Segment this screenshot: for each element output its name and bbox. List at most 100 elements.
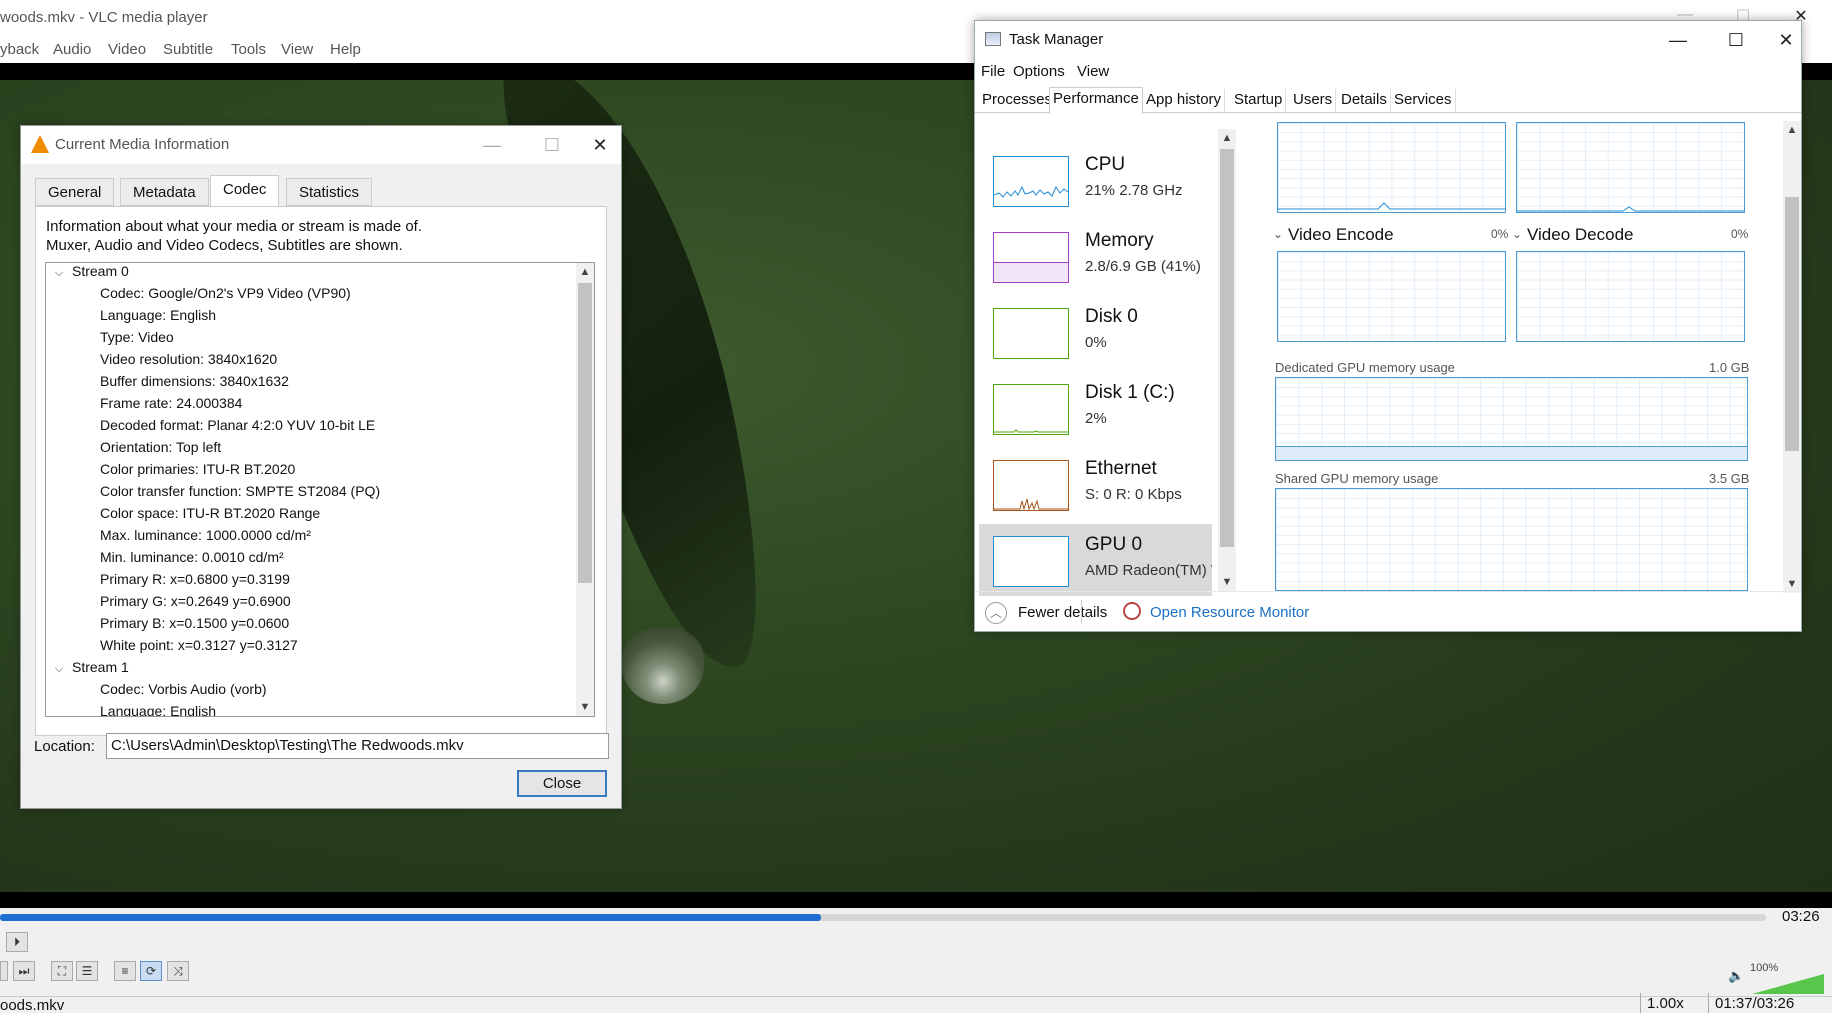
menu-audio[interactable]: Audio [53, 41, 91, 58]
fullscreen-icon[interactable]: ⛶ [51, 961, 73, 981]
codec-tree[interactable]: ⌵ Stream 0 Codec: Google/On2's VP9 Video … [45, 262, 595, 717]
menu-video[interactable]: Video [108, 41, 146, 58]
total-time: 03:26 [1782, 908, 1820, 925]
scroll-up-icon[interactable]: ▲ [576, 263, 594, 281]
minimize-icon[interactable]: — [469, 131, 515, 159]
video-encode-graph [1277, 251, 1506, 342]
menu-file[interactable]: File [981, 63, 1005, 80]
fewer-details-link[interactable]: Fewer details [1018, 604, 1107, 621]
close-icon[interactable]: ✕ [1771, 26, 1801, 54]
gpu-mini-graph [993, 536, 1069, 587]
tree-item: Buffer dimensions: 3840x1632 [100, 373, 289, 389]
time-display[interactable]: 01:37/03:26 [1708, 993, 1800, 1013]
perf-item-cpu[interactable]: CPU 21% 2.78 GHz [979, 144, 1212, 220]
close-button[interactable]: Close [517, 770, 607, 797]
next-icon[interactable]: ⏭ [13, 961, 35, 981]
tree-item: Codec: Google/On2's VP9 Video (VP90) [100, 285, 351, 301]
chevron-down-icon[interactable]: ⌵ [46, 663, 72, 676]
scroll-down-icon[interactable]: ▼ [1218, 573, 1236, 591]
extended-settings-icon[interactable]: ☰ [76, 961, 98, 981]
description-line: Muxer, Audio and Video Codecs, Subtitles… [46, 237, 403, 254]
maximize-icon[interactable]: ☐ [529, 131, 575, 159]
tree-item: Codec: Vorbis Audio (vorb) [100, 681, 267, 697]
seek-bar-progress [0, 914, 822, 921]
divider [1081, 600, 1082, 624]
menu-view[interactable]: View [1077, 63, 1109, 80]
maximize-icon[interactable]: ☐ [1713, 26, 1759, 54]
dialog-title: Current Media Information [55, 136, 230, 153]
tree-item: Decoded format: Planar 4:2:0 YUV 10-bit … [100, 417, 376, 433]
tab-performance[interactable]: Performance [1049, 87, 1143, 114]
tree-item: Max. luminance: 1000.0000 cd/m² [100, 527, 311, 543]
scroll-up-icon[interactable]: ▲ [1783, 121, 1801, 139]
minimize-icon[interactable]: — [1655, 26, 1701, 54]
performance-detail-scrollbar[interactable]: ▲ ▼ [1783, 121, 1801, 593]
dedicated-memory-max: 1.0 GB [1709, 360, 1750, 375]
cpu-mini-graph [993, 156, 1069, 207]
loop-icon[interactable]: ⟳ [140, 961, 162, 981]
frame-step-icon[interactable]: ⏵ [6, 932, 28, 952]
tab-users[interactable]: Users [1290, 89, 1337, 113]
perf-item-memory[interactable]: Memory 2.8/6.9 GB (41%) [979, 220, 1212, 296]
scrollbar-thumb[interactable] [578, 283, 592, 583]
tab-app-history[interactable]: App history [1143, 89, 1226, 113]
tree-item: Language: English [100, 307, 216, 323]
scrollbar-thumb[interactable] [1785, 197, 1799, 451]
open-resource-monitor-link[interactable]: Open Resource Monitor [1150, 604, 1309, 621]
perf-item-disk-0[interactable]: Disk 0 0% [979, 296, 1212, 372]
menu-help[interactable]: Help [330, 41, 361, 58]
menu-view[interactable]: View [281, 41, 313, 58]
scrollbar-thumb[interactable] [1220, 149, 1234, 547]
tab-general[interactable]: General [35, 178, 115, 206]
performance-list: CPU 21% 2.78 GHz Memory 2.8/6.9 GB (41%)… [979, 126, 1212, 596]
playback-speed[interactable]: 1.00x [1640, 993, 1690, 1013]
menu-playback[interactable]: yback [0, 41, 39, 58]
gpu-engine-graph-2 [1516, 122, 1745, 213]
dedicated-memory-label: Dedicated GPU memory usage [1275, 360, 1455, 375]
vlc-window-title: woods.mkv - VLC media player [0, 9, 208, 26]
stream-0-node[interactable]: ⌵ Stream 0 [46, 263, 129, 285]
tree-item: Primary R: x=0.6800 y=0.3199 [100, 571, 290, 587]
task-manager-menu: File Options View [975, 59, 1801, 85]
video-encode-label: Video Encode [1288, 225, 1394, 244]
task-manager-window: Task Manager — ☐ ✕ File Options View Pro… [974, 20, 1802, 632]
tab-codec[interactable]: Codec [210, 175, 280, 207]
volume-slider[interactable] [1752, 974, 1824, 994]
tree-scrollbar[interactable]: ▲ ▼ [576, 263, 594, 716]
speaker-icon[interactable]: 🔈 [1728, 968, 1744, 984]
tab-statistics[interactable]: Statistics [286, 178, 373, 206]
perf-item-gpu-0[interactable]: GPU 0 AMD Radeon(TM) Ve [979, 524, 1212, 596]
tab-details[interactable]: Details [1338, 89, 1391, 113]
scroll-down-icon[interactable]: ▼ [576, 698, 594, 716]
tree-item: Video resolution: 3840x1620 [100, 351, 278, 367]
playlist-icon[interactable]: ≡ [114, 961, 136, 981]
shared-memory-label: Shared GPU memory usage [1275, 471, 1439, 486]
chevron-down-icon[interactable]: ⌄ [1273, 227, 1283, 241]
disk-0-mini-graph [993, 308, 1069, 359]
shuffle-icon[interactable]: ⤨ [167, 961, 189, 981]
shared-memory-max: 3.5 GB [1709, 471, 1750, 486]
menu-options[interactable]: Options [1013, 63, 1065, 80]
seek-bar[interactable] [0, 914, 1766, 921]
stop-icon[interactable] [0, 961, 8, 981]
perf-item-disk-1[interactable]: Disk 1 (C:) 2% [979, 372, 1212, 448]
scroll-up-icon[interactable]: ▲ [1218, 129, 1236, 147]
close-icon[interactable]: ✕ [577, 131, 623, 159]
codec-description: Information about what your media or str… [46, 217, 422, 255]
tab-startup[interactable]: Startup [1231, 89, 1287, 113]
tab-metadata[interactable]: Metadata [120, 178, 209, 206]
tab-services[interactable]: Services [1391, 89, 1456, 113]
chevron-down-icon[interactable]: ⌵ [46, 267, 72, 280]
menu-tools[interactable]: Tools [231, 41, 266, 58]
performance-list-scrollbar[interactable]: ▲ ▼ [1218, 129, 1236, 591]
video-encode-percent: 0% [1491, 227, 1509, 241]
chevron-up-icon[interactable]: ︿ [985, 602, 1007, 624]
menu-subtitle[interactable]: Subtitle [163, 41, 213, 58]
location-input[interactable]: C:\Users\Admin\Desktop\Testing\The Redwo… [106, 733, 609, 759]
stream-1-node[interactable]: ⌵ Stream 1 [46, 659, 129, 681]
tab-processes[interactable]: Processes [979, 89, 1057, 113]
perf-item-ethernet[interactable]: Ethernet S: 0 R: 0 Kbps [979, 448, 1212, 524]
tree-item: Color space: ITU-R BT.2020 Range [100, 505, 321, 521]
chevron-down-icon[interactable]: ⌄ [1512, 227, 1522, 241]
memory-mini-graph [993, 232, 1069, 283]
